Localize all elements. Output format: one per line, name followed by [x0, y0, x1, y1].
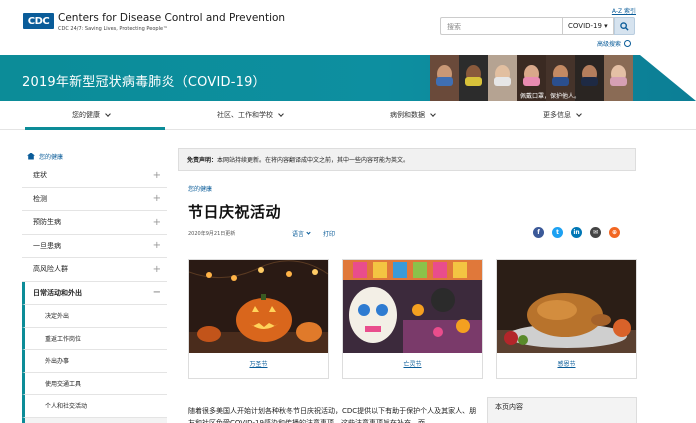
covid-banner: 2019年新型冠状病毒肺炎（COVID-19） 佩戴口罩，保护他人。 [0, 55, 696, 101]
chevron-down-icon [278, 110, 284, 117]
syndicate-icon[interactable]: ⊕ [609, 227, 620, 238]
main-nav: 您的健康 社区、工作和学校 病例和数据 更多信息 [0, 101, 696, 130]
chevron-down-icon [306, 229, 311, 235]
expand-icon[interactable]: + [153, 240, 161, 251]
sidebar-subitem[interactable]: 外出办事 [22, 350, 167, 373]
sidebar-item-label: 症状 [33, 171, 47, 180]
person-image [459, 55, 488, 101]
nav-item-more-info[interactable]: 更多信息 [543, 110, 582, 120]
nav-label: 更多信息 [543, 111, 571, 119]
expand-icon[interactable]: + [153, 170, 161, 181]
language-selector[interactable]: 语言 [292, 229, 311, 238]
disclaimer-text: 本网站持续更新。在将内容翻译成中文之前，其中一些内容可能为英文。 [217, 157, 410, 164]
holiday-card-day-of-dead[interactable]: 亡灵节 [342, 259, 483, 379]
collapse-icon[interactable]: − [153, 287, 161, 298]
person-image [430, 55, 459, 101]
search-scope-select[interactable]: COVID-19 ▾ [562, 17, 614, 35]
sidebar-item-daily-activities[interactable]: 日常活动和外出 − [22, 281, 167, 305]
halloween-image [189, 260, 328, 353]
nav-item-your-health[interactable]: 您的健康 [72, 110, 111, 120]
disclaimer-banner: 免责声明：本网站持续更新。在将内容翻译成中文之前，其中一些内容可能为英文。 [178, 148, 636, 171]
person-image [604, 55, 633, 101]
nav-label: 病例和数据 [390, 111, 425, 119]
org-name[interactable]: Centers for Disease Control and Preventi… [58, 12, 285, 24]
language-label: 语言 [292, 231, 305, 238]
advanced-search-label: 高级搜索 [597, 41, 622, 48]
search-button[interactable] [614, 17, 635, 35]
card-link[interactable]: 亡灵节 [343, 359, 482, 368]
sidebar-home-label: 您的健康 [39, 153, 64, 161]
nav-item-cases-data[interactable]: 病例和数据 [390, 110, 436, 120]
intro-paragraph: 随着很多美国人开始计划各种秋冬节日庆祝活动，CDC提供以下有助于保护个人及其家人… [188, 407, 477, 423]
chevron-down-icon [576, 110, 582, 117]
sidebar-subitem[interactable]: 重返工作岗位 [22, 327, 167, 350]
sidebar-home-link[interactable]: 您的健康 [22, 148, 167, 164]
social-share-bar: f t in ✉ ⊕ [533, 227, 620, 238]
expand-icon[interactable]: + [153, 193, 161, 204]
cdc-logo[interactable]: CDC [23, 13, 54, 29]
nav-label: 社区、工作和学校 [217, 111, 273, 119]
card-link[interactable]: 感恩节 [497, 359, 636, 368]
chevron-down-icon [105, 110, 111, 117]
az-index-link[interactable]: A-Z 索引 [612, 6, 636, 15]
linkedin-icon[interactable]: in [571, 227, 582, 238]
sidebar-item-label: 预防生病 [33, 218, 61, 227]
day-of-dead-image [343, 260, 482, 353]
breadcrumb[interactable]: 您的健康 [188, 184, 212, 193]
banner-corner-shape [640, 55, 696, 101]
sidebar-item-label: 检测 [33, 194, 47, 203]
disclaimer-label: 免责声明： [187, 157, 218, 164]
sidebar-item-label: 一旦患病 [33, 241, 61, 250]
sidebar-item-label: 高风险人群 [33, 265, 68, 274]
email-icon[interactable]: ✉ [590, 227, 601, 238]
sidebar-subitem[interactable]: 使用交通工具 [22, 372, 167, 395]
expand-icon[interactable]: + [153, 217, 161, 228]
thanksgiving-image [497, 260, 636, 353]
gear-icon [624, 40, 632, 47]
nav-label: 您的健康 [72, 111, 100, 119]
page-title: 节日庆祝活动 [188, 203, 282, 221]
facebook-icon[interactable]: f [533, 227, 544, 238]
sidebar-subitem[interactable]: 决定外出 [22, 305, 167, 328]
sidebar-item-high-risk[interactable]: 高风险人群 + [22, 258, 167, 282]
updated-date: 2020年9月21日更新 [188, 231, 236, 237]
person-image [488, 55, 517, 101]
sidebar-item-testing[interactable]: 检测 + [22, 188, 167, 211]
on-this-page-box: 本页内容 [487, 397, 637, 423]
site-header: CDC Centers for Disease Control and Prev… [0, 0, 696, 55]
holiday-card-halloween[interactable]: 万圣节 [188, 259, 329, 379]
holiday-card-thanksgiving[interactable]: 感恩节 [496, 259, 637, 379]
search-input[interactable]: 搜索 [440, 17, 562, 35]
twitter-icon[interactable]: t [552, 227, 563, 238]
advanced-search-link[interactable]: 高级搜索 [597, 39, 632, 48]
mask-caption: 佩戴口罩，保护他人。 [520, 93, 581, 100]
sidebar-subitem[interactable]: 个人和社交活动 [22, 395, 167, 418]
banner-title[interactable]: 2019年新型冠状病毒肺炎（COVID-19） [22, 71, 266, 90]
sidebar-item-if-sick[interactable]: 一旦患病 + [22, 235, 167, 258]
home-icon [27, 152, 35, 160]
print-link[interactable]: 打印 [323, 229, 335, 238]
search-icon [620, 21, 629, 31]
sidebar-item-label: 日常活动和外出 [33, 288, 82, 297]
sidebar: 您的健康 症状 + 检测 + 预防生病 + 一旦患病 + 高风险人群 + 日常活动和外出 −… [22, 148, 167, 423]
nav-active-indicator [25, 127, 165, 130]
sidebar-item-prevent[interactable]: 预防生病 + [22, 211, 167, 235]
sidebar-subitem-active[interactable] [22, 417, 167, 423]
expand-icon[interactable]: + [153, 264, 161, 275]
org-tagline: CDC 24/7: Saving Lives, Protecting Peopl… [58, 26, 169, 32]
card-link[interactable]: 万圣节 [189, 359, 328, 368]
toc-title: 本页内容 [495, 403, 523, 411]
nav-item-community[interactable]: 社区、工作和学校 [217, 110, 284, 120]
chevron-down-icon [430, 110, 436, 117]
sidebar-item-symptoms[interactable]: 症状 + [22, 164, 167, 188]
